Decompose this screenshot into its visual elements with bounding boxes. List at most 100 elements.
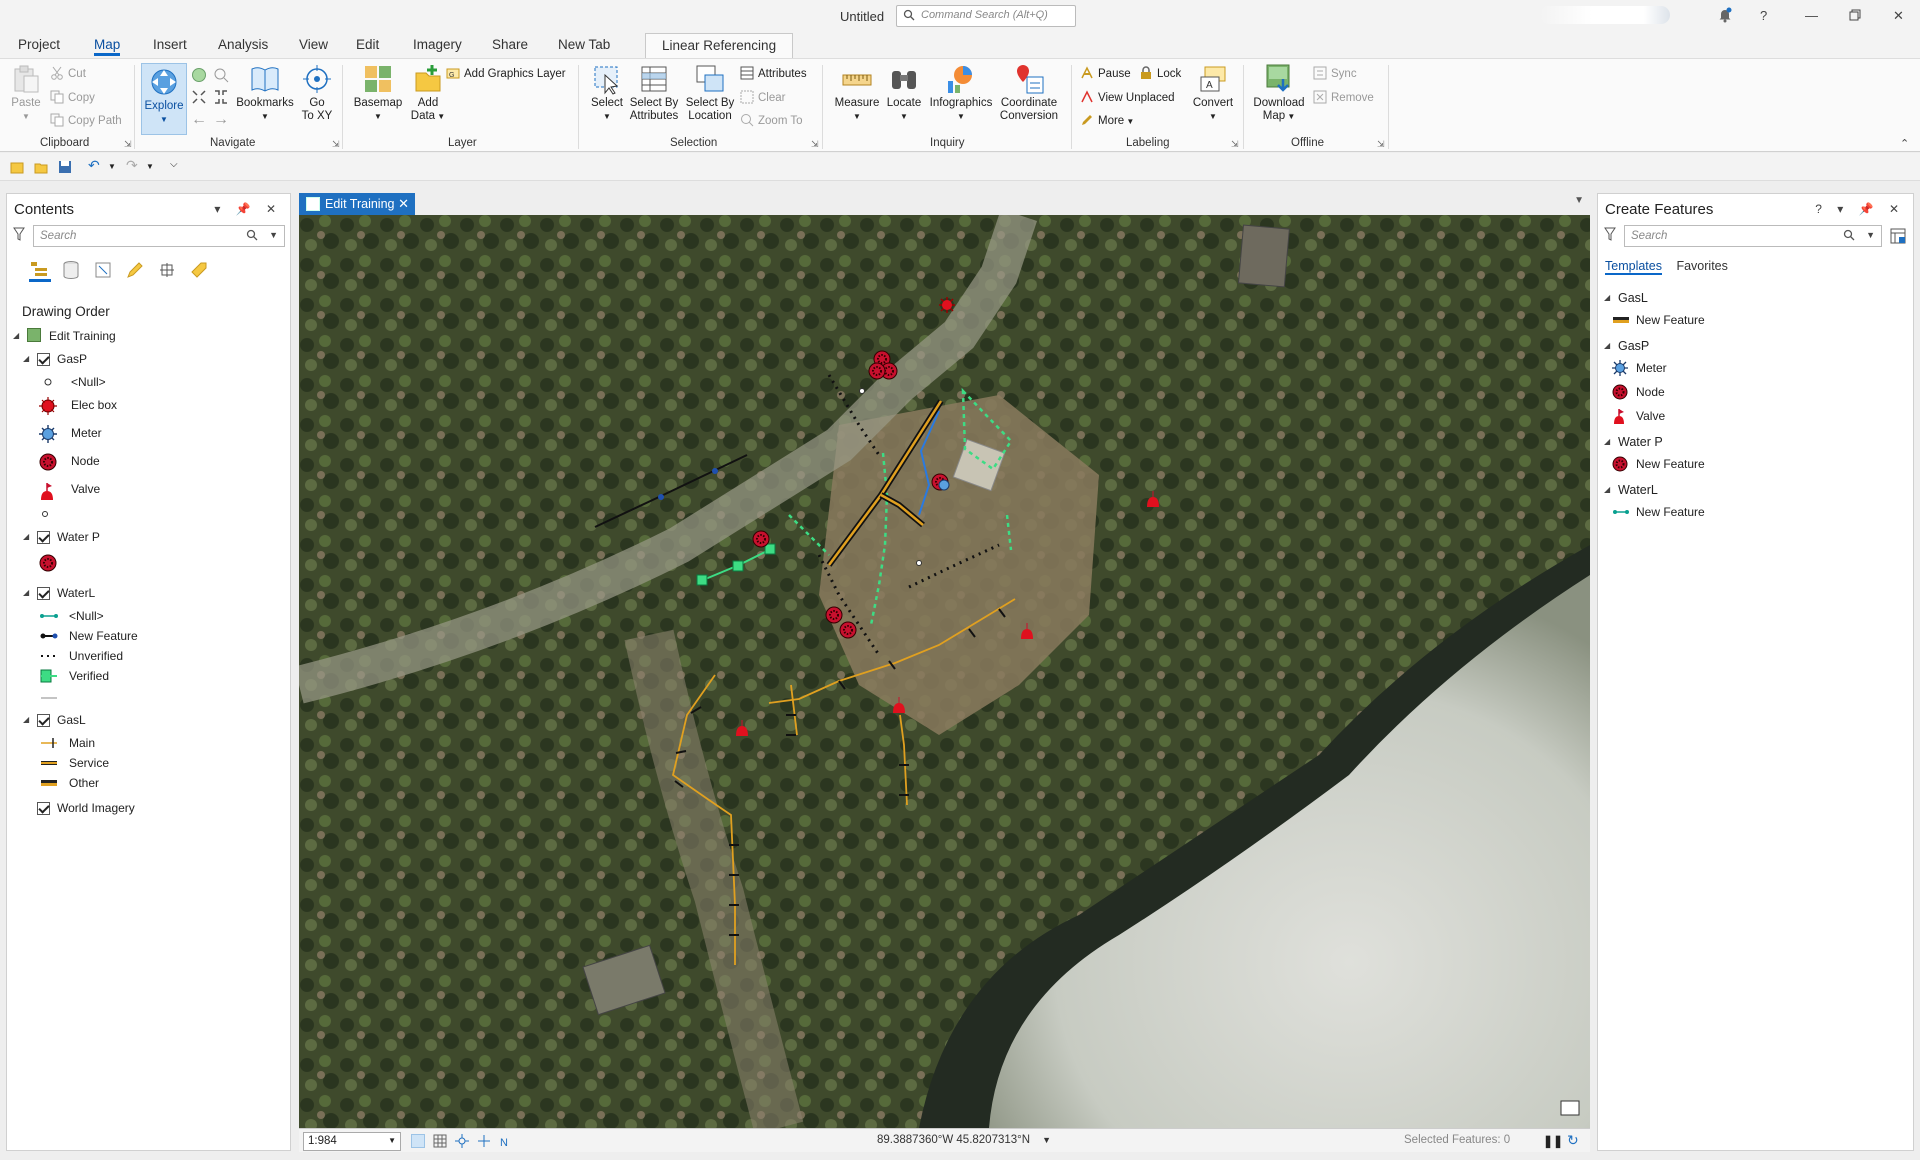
map-node-edit-training[interactable]: ◢ Edit Training — [13, 326, 273, 346]
template-gasp-node[interactable]: Node — [1612, 382, 1902, 402]
chevron-down-icon[interactable]: ▼ — [1042, 1135, 1051, 1145]
minimize-icon[interactable]: — — [1805, 8, 1818, 23]
filter-icon[interactable] — [1604, 227, 1616, 244]
tab-analysis[interactable]: Analysis — [218, 37, 268, 52]
convert-button[interactable]: A Convert ▼ — [1190, 63, 1236, 123]
redo-icon[interactable]: ↷ — [126, 157, 140, 173]
undo-dropdown-icon[interactable]: ▼ — [108, 162, 122, 176]
selected-features-indicator[interactable]: Selected Features: 0 — [1404, 1134, 1510, 1146]
navigate-launcher-icon[interactable]: ⇲ — [332, 139, 340, 150]
map-canvas[interactable] — [299, 215, 1590, 1128]
create-features-search-input[interactable]: Search ▼ — [1624, 225, 1882, 247]
basemap-button[interactable]: Basemap ▼ — [350, 63, 406, 123]
manage-templates-icon[interactable] — [1890, 228, 1906, 247]
fixed-zoom-icon[interactable] — [213, 67, 229, 86]
map-notes-icon[interactable] — [1560, 1100, 1580, 1116]
collapse-icon[interactable]: ◢ — [1604, 432, 1610, 452]
layer-waterl[interactable]: ◢ WaterL — [23, 583, 273, 603]
list-by-source-icon[interactable] — [61, 260, 83, 282]
map-view[interactable] — [299, 215, 1590, 1128]
select-by-location-button[interactable]: Select By Location — [683, 63, 737, 123]
copy-path-button[interactable]: Copy Path — [50, 112, 122, 130]
snapping-icon[interactable] — [455, 1134, 469, 1148]
view-unplaced-button[interactable]: View Unplaced — [1080, 89, 1175, 107]
download-map-button[interactable]: Download Map ▼ — [1250, 63, 1308, 123]
remove-offline-button[interactable]: Remove — [1313, 89, 1374, 107]
add-graphics-layer-button[interactable]: G Add Graphics Layer — [446, 65, 566, 83]
coordinate-conversion-button[interactable]: Coordinate Conversion — [996, 63, 1062, 123]
pause-labeling-button[interactable]: Pause — [1080, 65, 1131, 83]
offline-launcher-icon[interactable]: ⇲ — [1377, 139, 1385, 150]
template-group-gasp[interactable]: ◢ GasP — [1604, 336, 1904, 356]
template-group-gasl[interactable]: ◢ GasL — [1604, 288, 1904, 308]
template-gasl-new-feature[interactable]: New Feature — [1612, 310, 1902, 330]
infographics-button[interactable]: Infographics ▼ — [928, 63, 994, 123]
list-by-snapping-icon[interactable] — [157, 260, 179, 282]
command-search-input[interactable]: Command Search (Alt+Q) — [896, 5, 1076, 27]
layer-gasp[interactable]: ◢ GasP — [23, 349, 273, 369]
collapse-icon[interactable]: ◢ — [1604, 288, 1610, 308]
new-project-icon[interactable] — [10, 160, 24, 174]
full-extent-icon[interactable] — [191, 67, 207, 86]
collapse-icon[interactable]: ◢ — [1604, 336, 1610, 356]
collapse-icon[interactable]: ◢ — [1604, 480, 1610, 500]
tab-favorites[interactable]: Favorites — [1676, 259, 1727, 273]
tab-templates[interactable]: Templates — [1605, 259, 1662, 275]
customize-toolbar-icon[interactable]: ⌵ — [170, 159, 184, 173]
layer-visibility-checkbox[interactable] — [37, 587, 50, 600]
map-tab-edit-training[interactable]: Edit Training ✕ — [299, 193, 415, 215]
scale-dropdown[interactable]: 1:984 ▼ — [303, 1132, 401, 1151]
restore-icon[interactable] — [1849, 9, 1861, 24]
bookmarks-button[interactable]: Bookmarks ▼ — [236, 63, 294, 123]
close-icon[interactable]: ✕ — [398, 196, 409, 212]
copy-button[interactable]: Copy — [50, 89, 95, 107]
tab-project[interactable]: Project — [18, 37, 60, 52]
tab-linear-referencing[interactable]: Linear Referencing — [645, 33, 794, 58]
save-icon[interactable] — [58, 160, 72, 174]
grid-lock-icon[interactable] — [411, 1134, 425, 1148]
grid-icon[interactable] — [433, 1134, 447, 1148]
tab-insert[interactable]: Insert — [153, 37, 187, 52]
contents-search-input[interactable]: Search ▼ — [33, 225, 285, 247]
select-by-attributes-button[interactable]: Select By Attributes — [628, 63, 680, 123]
template-waterp-new-feature[interactable]: New Feature — [1612, 454, 1902, 474]
clear-selection-button[interactable]: Clear — [740, 89, 785, 107]
layer-world-imagery[interactable]: World Imagery — [23, 798, 273, 818]
previous-extent-icon[interactable]: ← — [191, 111, 207, 129]
constraints-icon[interactable] — [477, 1134, 491, 1148]
tab-share[interactable]: Share — [492, 37, 528, 52]
notifications-icon[interactable] — [1718, 7, 1732, 26]
template-gasp-meter[interactable]: Meter — [1612, 358, 1902, 378]
layer-visibility-checkbox[interactable] — [37, 531, 50, 544]
undo-icon[interactable]: ↶ — [88, 157, 102, 173]
collapse-icon[interactable]: ◢ — [23, 527, 29, 547]
explore-button[interactable]: Explore ▼ — [141, 63, 187, 135]
locate-button[interactable]: Locate ▼ — [884, 63, 924, 123]
list-by-drawing-order-icon[interactable] — [29, 260, 51, 282]
go-to-xy-button[interactable]: Go To XY — [298, 63, 336, 123]
add-data-button[interactable]: Add Data ▼ — [408, 63, 448, 123]
pane-controls[interactable]: ? ▾ 📌 ✕ — [1815, 202, 1905, 216]
tab-edit[interactable]: Edit — [356, 37, 379, 52]
sync-button[interactable]: Sync — [1313, 65, 1357, 83]
collapse-ribbon-icon[interactable]: ⌃ — [1900, 137, 1909, 150]
chevron-down-icon[interactable]: ▼ — [269, 230, 278, 240]
clipboard-launcher-icon[interactable]: ⇲ — [124, 139, 132, 150]
refresh-icon[interactable]: ↻ — [1567, 1132, 1581, 1148]
close-icon[interactable]: ✕ — [1893, 8, 1904, 24]
layer-water-p[interactable]: ◢ Water P — [23, 527, 273, 547]
account-avatar[interactable] — [1540, 6, 1670, 24]
collapse-icon[interactable]: ◢ — [23, 710, 29, 730]
zoom-to-selection-button[interactable]: Zoom To — [740, 112, 803, 130]
tab-imagery[interactable]: Imagery — [413, 37, 462, 52]
zoom-in-icon[interactable] — [191, 89, 207, 108]
open-project-icon[interactable] — [34, 160, 48, 174]
template-group-water-p[interactable]: ◢ Water P — [1604, 432, 1904, 452]
north-icon[interactable]: N — [499, 1134, 513, 1149]
list-by-selection-icon[interactable] — [93, 260, 115, 282]
list-by-editing-icon[interactable] — [125, 260, 147, 282]
layer-visibility-checkbox[interactable] — [37, 714, 50, 727]
redo-dropdown-icon[interactable]: ▼ — [146, 162, 160, 176]
labeling-launcher-icon[interactable]: ⇲ — [1231, 139, 1239, 150]
layer-gasl[interactable]: ◢ GasL — [23, 710, 273, 730]
